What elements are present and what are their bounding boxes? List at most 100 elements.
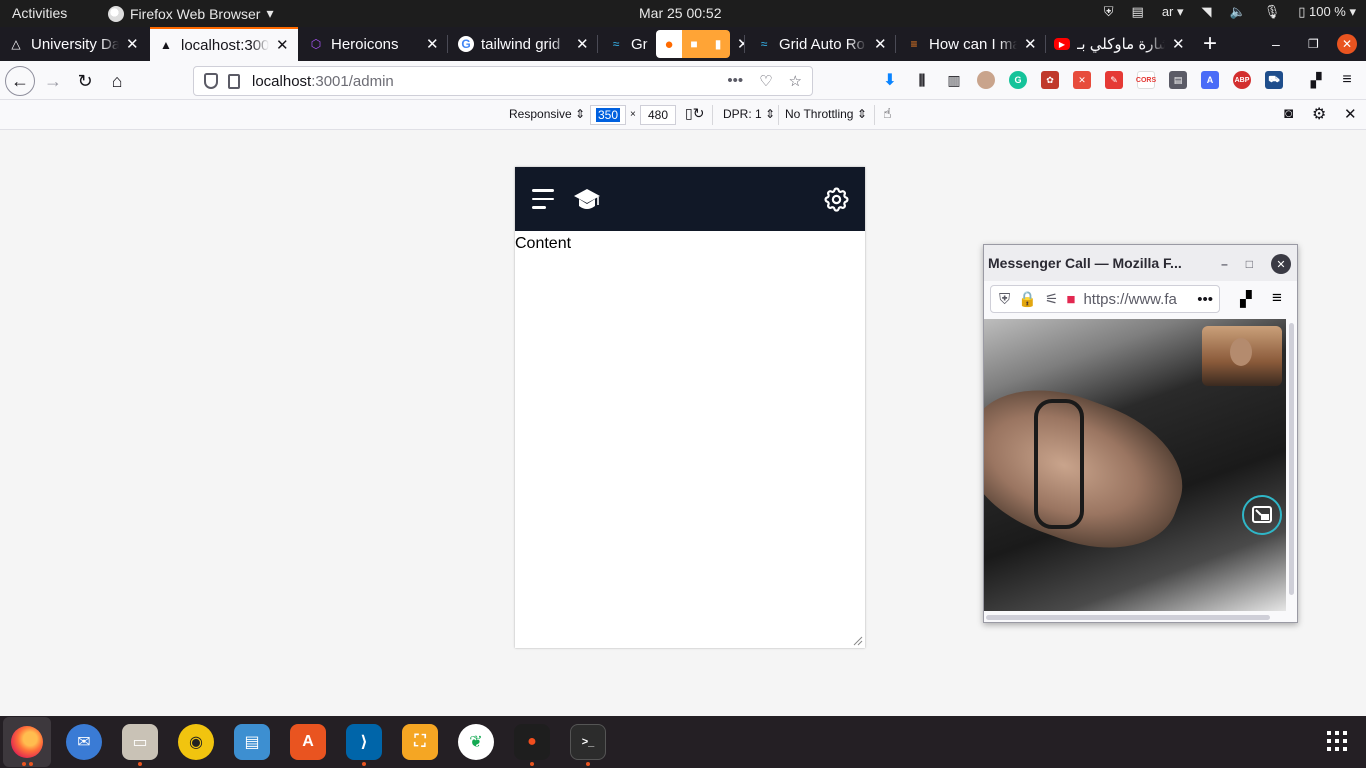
- pocket-icon[interactable]: ♡: [759, 72, 772, 90]
- horizontal-scrollbar[interactable]: [986, 615, 1270, 620]
- close-button[interactable]: ✕: [1271, 254, 1291, 274]
- tab-youtube[interactable]: ▶ شارة ماوكلي بـ ✕: [1046, 27, 1194, 61]
- volume-icon[interactable]: 🔈: [1230, 4, 1246, 20]
- tab-tailwind-grid[interactable]: G tailwind grid ✕: [450, 27, 598, 61]
- clipboard-icon[interactable]: ▤: [1132, 4, 1144, 20]
- home-button[interactable]: ⌂: [102, 66, 132, 96]
- maximize-button[interactable]: □: [1246, 257, 1253, 271]
- battery-indicator[interactable]: ▯ 100 % ▾: [1298, 4, 1356, 20]
- reload-button[interactable]: ↻: [70, 66, 100, 96]
- throttling-selector[interactable]: No Throttling ⇕: [785, 107, 867, 121]
- tab-university[interactable]: △ University Da ✕: [0, 27, 148, 61]
- bookmark-star-icon[interactable]: ☆: [789, 72, 802, 90]
- close-icon[interactable]: ✕: [426, 35, 440, 53]
- menu-icon[interactable]: [532, 189, 554, 209]
- window-close-button[interactable]: ✕: [1337, 27, 1357, 61]
- resize-handle-icon[interactable]: [853, 636, 863, 646]
- shield-icon[interactable]: ⛨: [999, 291, 1010, 308]
- back-button[interactable]: ←: [5, 66, 35, 96]
- picture-in-picture-button[interactable]: [1242, 495, 1282, 535]
- tab-grid-auto-rows[interactable]: ≈ Grid Auto Ro ✕: [748, 27, 896, 61]
- touch-simulation-icon[interactable]: ☝: [883, 105, 892, 122]
- libreoffice-writer-icon[interactable]: ▤: [234, 724, 270, 760]
- language-indicator[interactable]: ar ▾: [1162, 4, 1184, 20]
- maximize-button[interactable]: ❐: [1308, 27, 1319, 61]
- app-menu[interactable]: Firefox Web Browser ▾: [108, 5, 273, 22]
- close-icon[interactable]: ✕: [126, 35, 140, 53]
- viewport-width-input[interactable]: 350: [590, 105, 626, 125]
- files-icon[interactable]: ▭: [122, 724, 158, 760]
- new-tab-button[interactable]: +: [1200, 27, 1220, 61]
- terminal-icon[interactable]: >_: [570, 724, 606, 760]
- system-tray[interactable]: ⛨ ▤ ar ▾ ◥ 🔈 🎙 ▯ 100 % ▾: [1104, 4, 1356, 20]
- figma-icon[interactable]: ●: [514, 724, 550, 760]
- extension-icon[interactable]: ✕: [1073, 71, 1091, 89]
- cors-icon[interactable]: CORS: [1136, 71, 1156, 89]
- clock[interactable]: Mar 25 00:52: [639, 5, 722, 21]
- vscode-icon[interactable]: ⟩: [346, 724, 382, 760]
- translate-icon[interactable]: A: [1201, 71, 1219, 89]
- close-icon[interactable]: ✕: [1172, 35, 1186, 53]
- extension-icon[interactable]: ⛟: [1265, 71, 1283, 89]
- library-icon[interactable]: ⫼: [913, 71, 931, 89]
- firefox-icon: ●: [656, 30, 682, 58]
- microphone-icon[interactable]: 🎙: [1264, 4, 1281, 20]
- vertical-scrollbar[interactable]: [1289, 323, 1294, 595]
- extension-icon[interactable]: ✿: [1041, 71, 1059, 89]
- download-icon[interactable]: ⬇: [881, 71, 899, 89]
- page-actions-icon[interactable]: •••: [1197, 291, 1213, 308]
- show-applications-icon[interactable]: [1327, 731, 1347, 751]
- minimize-button[interactable]: –: [1221, 257, 1228, 271]
- close-icon[interactable]: ✕: [576, 35, 590, 53]
- popup-url-bar[interactable]: ⛨ 🔒 ⚟ ■ https://www.fa •••: [990, 285, 1220, 313]
- dpr-selector[interactable]: DPR: 1 ⇕: [723, 107, 775, 121]
- close-icon[interactable]: ✕: [1344, 105, 1357, 123]
- tailwind-icon: ≈: [612, 37, 620, 51]
- tab-stackoverflow[interactable]: ≡ How can I ma ✕: [898, 27, 1046, 61]
- thunderbird-icon[interactable]: ✉: [66, 724, 102, 760]
- gear-icon[interactable]: [822, 185, 851, 214]
- hamburger-menu-icon[interactable]: ≡: [1338, 71, 1356, 89]
- url-bar[interactable]: localhost:3001/admin ••• ♡ ☆: [193, 66, 813, 96]
- close-icon[interactable]: ✕: [276, 36, 290, 54]
- self-view-video[interactable]: [1202, 326, 1282, 386]
- dock-firefox[interactable]: [3, 717, 51, 767]
- extension-icon[interactable]: ✎: [1105, 71, 1123, 89]
- rotate-icon[interactable]: ▯↻: [685, 105, 704, 122]
- forward-button[interactable]: →: [38, 66, 68, 96]
- rhythmbox-icon[interactable]: ◉: [178, 724, 214, 760]
- adblock-icon[interactable]: ABP: [1233, 71, 1251, 89]
- device-selector[interactable]: Responsive ⇕: [509, 107, 585, 121]
- sidebar-icon[interactable]: ▥: [945, 71, 963, 89]
- tab-localhost[interactable]: ▲ localhost:300 ✕: [150, 27, 298, 61]
- page-info-icon[interactable]: [228, 73, 240, 89]
- shield-icon[interactable]: ⛨: [1104, 4, 1114, 20]
- permissions-icon[interactable]: ⚟: [1045, 290, 1058, 308]
- extensions-icon[interactable]: ▞: [1307, 71, 1325, 89]
- camera-icon[interactable]: ■: [1066, 291, 1075, 308]
- mongodb-compass-icon[interactable]: ❦: [458, 724, 494, 760]
- page-actions-icon[interactable]: •••: [727, 72, 743, 90]
- close-icon[interactable]: ✕: [1024, 35, 1038, 53]
- extensions-icon[interactable]: ▞: [1240, 290, 1252, 308]
- extension-icon[interactable]: ▤: [1169, 71, 1187, 89]
- activities-button[interactable]: Activities: [12, 5, 67, 21]
- tab-grid[interactable]: ≈ Gr ● ■ ▮ ✕: [600, 27, 745, 61]
- tracking-protection-icon[interactable]: [204, 73, 218, 89]
- lock-icon[interactable]: 🔒: [1018, 290, 1037, 308]
- screenshot-icon[interactable]: ◙: [1284, 105, 1293, 122]
- wifi-icon[interactable]: ◥: [1202, 4, 1212, 20]
- minimize-button[interactable]: –: [1272, 27, 1280, 61]
- academic-cap-icon[interactable]: [573, 187, 601, 213]
- window-titlebar[interactable]: Messenger Call — Mozilla F... – □ ✕: [984, 245, 1297, 281]
- avatar[interactable]: [977, 71, 995, 89]
- tab-heroicons[interactable]: ⬡ Heroicons ✕: [300, 27, 448, 61]
- close-icon[interactable]: ✕: [874, 35, 888, 53]
- sharing-indicator[interactable]: ● ■ ▮: [656, 30, 730, 58]
- diagram-app-icon[interactable]: ⛶: [402, 724, 438, 760]
- viewport-height-input[interactable]: 480: [640, 105, 676, 125]
- settings-icon[interactable]: ⚙: [1312, 104, 1326, 124]
- grammarly-icon[interactable]: G: [1009, 71, 1027, 89]
- hamburger-menu-icon[interactable]: ≡: [1272, 288, 1282, 308]
- software-center-icon[interactable]: A: [290, 724, 326, 760]
